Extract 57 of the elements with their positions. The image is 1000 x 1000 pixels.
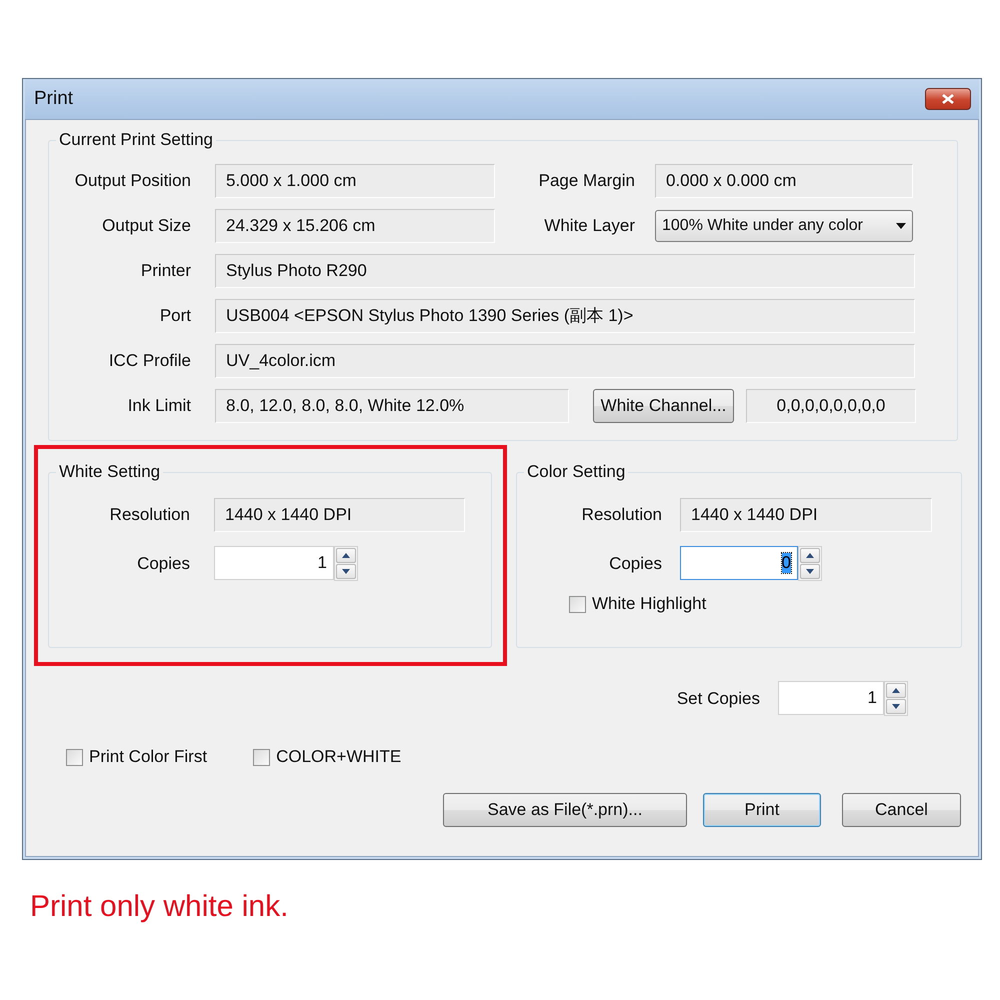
close-icon <box>942 94 954 104</box>
checkbox-label: COLOR+WHITE <box>276 747 402 767</box>
field-label: Output Size <box>101 216 191 236</box>
read-only-field: 5.000 x 1.000 cm <box>215 164 495 198</box>
read-only-field: 8.0, 12.0, 8.0, 8.0, White 12.0% <box>215 388 569 422</box>
group-title: Color Setting <box>526 462 626 482</box>
up-arrow-icon <box>342 553 350 558</box>
read-only-field: UV_4color.icm <box>215 344 915 378</box>
decrement-button[interactable] <box>336 564 356 579</box>
read-only-field: 1440 x 1440 DPI <box>214 498 465 532</box>
field-label: Output Position <box>74 170 191 190</box>
group-title: Current Print Setting <box>58 130 214 150</box>
caption: Print only white ink. <box>30 890 290 924</box>
number-field[interactable]: 1 <box>778 681 884 715</box>
dialog-button[interactable]: Print <box>703 793 821 827</box>
read-only-field: 1440 x 1440 DPI <box>680 498 932 532</box>
down-arrow-icon <box>892 704 900 709</box>
checkbox-label: White Highlight <box>592 594 706 614</box>
field-label: Ink Limit <box>126 396 191 416</box>
channel-button[interactable]: White Channel... <box>593 388 734 422</box>
field-label: Printer <box>140 260 191 280</box>
read-only-field: Stylus Photo R290 <box>215 254 915 288</box>
dialog-button[interactable]: Save as File(*.prn)... <box>443 793 687 827</box>
increment-button[interactable] <box>800 548 820 563</box>
field-label: White Layer <box>543 216 635 236</box>
number-field[interactable]: 1 <box>214 546 334 580</box>
field-label: Copies <box>608 554 662 574</box>
checkbox[interactable] <box>253 748 270 766</box>
checkbox-label: Print Color First <box>89 747 208 767</box>
up-arrow-icon <box>892 688 900 693</box>
field-label: Resolution <box>580 504 662 524</box>
field-label: Set Copies <box>676 688 760 708</box>
window-title: Print <box>34 88 74 110</box>
down-arrow-icon <box>806 569 814 574</box>
dropdown-arrow-icon <box>896 222 906 228</box>
field-label: Copies <box>136 554 190 574</box>
up-arrow-icon <box>806 553 814 558</box>
number-field[interactable]: 0 <box>680 546 798 580</box>
layer-dropdown[interactable]: 100% White under any color <box>655 210 913 242</box>
field-label: Resolution <box>108 504 190 524</box>
increment-button[interactable] <box>886 683 906 698</box>
field-label: Port <box>158 306 191 326</box>
down-arrow-icon <box>342 569 350 574</box>
increment-button[interactable] <box>336 548 356 563</box>
checkbox[interactable] <box>569 596 586 612</box>
read-only-field: 24.329 x 15.206 cm <box>215 208 495 242</box>
read-only-field: 0.000 x 0.000 cm <box>655 164 913 198</box>
read-only-field: 0,0,0,0,0,0,0,0 <box>746 388 916 422</box>
decrement-button[interactable] <box>886 699 906 714</box>
decrement-button[interactable] <box>800 564 820 579</box>
read-only-field: USB004 <EPSON Stylus Photo 1390 Series (副本 1)> <box>215 298 915 332</box>
group-title: White Setting <box>58 462 162 482</box>
field-label: ICC Profile <box>108 350 191 370</box>
close-button[interactable] <box>925 88 971 110</box>
dialog-button[interactable]: Cancel <box>842 793 961 827</box>
checkbox[interactable] <box>66 748 83 766</box>
field-label: Page Margin <box>538 170 635 190</box>
